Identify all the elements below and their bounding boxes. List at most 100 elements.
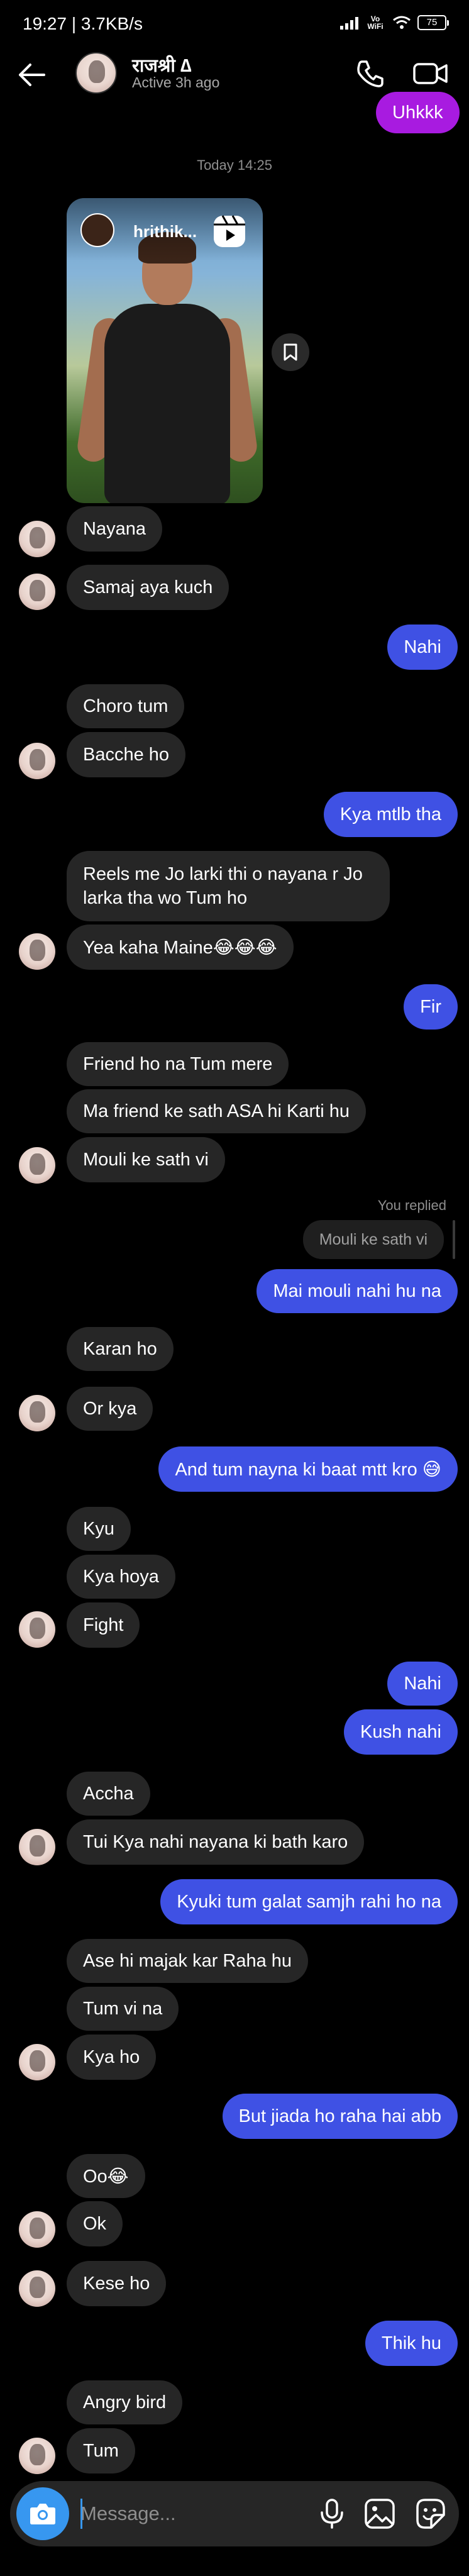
message-text: Fight bbox=[83, 1614, 124, 1635]
message-text: Fir bbox=[420, 996, 441, 1017]
gallery-icon[interactable] bbox=[362, 2496, 397, 2531]
message-bubble-received[interactable]: Kese ho bbox=[67, 2261, 167, 2306]
video-camera-icon[interactable] bbox=[412, 57, 450, 91]
message-bubble-received[interactable]: Yea kaha Maine😂😂😂 bbox=[67, 924, 294, 970]
message-bubble-sent[interactable]: But jiada ho raha hai abb bbox=[222, 2094, 458, 2139]
message-text: Mouli ke sath vi bbox=[83, 1149, 209, 1170]
message-bubble-sent[interactable]: Kush nahi bbox=[344, 1709, 458, 1755]
contact-activity-status: Active 3h ago bbox=[132, 74, 220, 91]
message-bubble-received[interactable]: Bacche ho bbox=[67, 732, 186, 777]
message-text: Bacche ho bbox=[83, 744, 170, 765]
reel-icon bbox=[214, 215, 245, 247]
sender-avatar[interactable] bbox=[19, 2438, 55, 2474]
back-arrow-icon[interactable] bbox=[15, 58, 49, 92]
message-bubble-received[interactable]: Friend ho na Tum mere bbox=[67, 1042, 289, 1086]
message-bubble-received[interactable]: Choro tum bbox=[67, 684, 185, 728]
message-bubble-received[interactable]: Kya hoya bbox=[67, 1555, 175, 1599]
network-label: Vo WiFi bbox=[367, 14, 383, 31]
message-input[interactable] bbox=[80, 2496, 307, 2531]
sender-avatar[interactable] bbox=[19, 1147, 55, 1184]
camera-icon bbox=[30, 2504, 55, 2524]
message-bubble-received[interactable]: Accha bbox=[67, 1772, 150, 1816]
message-text: Mai mouli nahi hu na bbox=[273, 1280, 441, 1301]
status-bar: 19:27 | 3.7KB/s Vo WiFi 75 bbox=[0, 0, 469, 49]
sender-avatar[interactable] bbox=[19, 521, 55, 557]
message-bubble-received[interactable]: Ok bbox=[67, 2201, 123, 2246]
message-text: Angry bird bbox=[83, 2392, 167, 2412]
message-text: Thik hu bbox=[381, 2333, 441, 2353]
message-bubble-received[interactable]: Or kya bbox=[67, 1387, 153, 1431]
message-bubble-received[interactable]: Oo😂 bbox=[67, 2154, 145, 2198]
message-bubble-received[interactable]: Tum bbox=[67, 2428, 135, 2473]
message-text: Nayana bbox=[83, 518, 146, 539]
sticker-icon[interactable] bbox=[412, 2496, 448, 2531]
message-bubble-received[interactable]: Reels me Jo larki thi o nayana r Jo lark… bbox=[67, 851, 390, 921]
message-text: Kya mtlb tha bbox=[339, 804, 441, 824]
message-text: Tum vi na bbox=[83, 1998, 163, 2019]
message-text: Or kya bbox=[83, 1398, 137, 1419]
message-text: But jiada ho raha hai abb bbox=[238, 2106, 441, 2126]
status-icons: Vo WiFi 75 bbox=[340, 14, 449, 31]
quote-bar bbox=[453, 1220, 455, 1259]
message-text: Kush nahi bbox=[360, 1721, 441, 1742]
message-text: Karan ho bbox=[83, 1338, 157, 1359]
message-bubble-received[interactable]: Kyu bbox=[67, 1507, 131, 1551]
message-bubble-received[interactable]: Ma friend ke sath ASA hi Karti hu bbox=[67, 1089, 366, 1133]
message-bubble-sent[interactable]: Thik hu bbox=[365, 2321, 458, 2366]
sender-avatar[interactable] bbox=[19, 1611, 55, 1648]
message-bubble-received[interactable]: Samaj aya kuch bbox=[67, 565, 229, 610]
message-bubble-received[interactable]: Kya ho bbox=[67, 2035, 157, 2080]
message-bubble-sent[interactable]: Nahi bbox=[387, 1662, 458, 1706]
message-bubble-received[interactable]: Karan ho bbox=[67, 1327, 174, 1371]
message-text: Yea kaha Maine😂😂😂 bbox=[83, 937, 277, 958]
message-text: Ase hi majak kar Raha hu bbox=[83, 1950, 292, 1971]
message-text: Kya hoya bbox=[83, 1566, 159, 1587]
sender-avatar[interactable] bbox=[19, 2270, 55, 2307]
quoted-message[interactable]: Mouli ke sath vi bbox=[302, 1220, 444, 1259]
message-text: Kese ho bbox=[83, 2273, 150, 2294]
sender-avatar[interactable] bbox=[19, 743, 55, 779]
message-bubble-received[interactable]: Mouli ke sath vi bbox=[67, 1137, 225, 1182]
message-bubble-sent[interactable]: Nahi bbox=[387, 625, 458, 670]
reel-thumbnail bbox=[75, 223, 259, 503]
message-text: Nahi bbox=[404, 1673, 441, 1694]
phone-icon[interactable] bbox=[353, 57, 387, 91]
battery-icon: 75 bbox=[417, 15, 449, 30]
save-reel-button[interactable] bbox=[272, 333, 309, 371]
message-bubble-received[interactable]: Nayana bbox=[67, 506, 162, 552]
sender-avatar[interactable] bbox=[19, 574, 55, 610]
sender-avatar[interactable] bbox=[19, 2044, 55, 2080]
message-text: Samaj aya kuch bbox=[83, 577, 213, 597]
message-text: Friend ho na Tum mere bbox=[83, 1053, 273, 1074]
message-bubble-received[interactable]: Angry bird bbox=[67, 2380, 183, 2424]
contact-avatar[interactable] bbox=[75, 52, 117, 94]
signal-icon bbox=[340, 16, 358, 30]
message-bubble-sent[interactable]: Mai mouli nahi hu na bbox=[257, 1269, 458, 1313]
message-bubble-sent[interactable]: And tum nayna ki baat mtt kro 😅 bbox=[158, 1446, 458, 1492]
wifi-icon bbox=[393, 16, 411, 29]
message-bubble-received[interactable]: Tui Kya nahi nayana ki bath karo bbox=[67, 1819, 365, 1865]
message-bubble-received[interactable]: Ase hi majak kar Raha hu bbox=[67, 1939, 309, 1983]
message-text: Kyuki tum galat samjh rahi ho na bbox=[177, 1891, 441, 1912]
status-time: 19:27 | 3.7KB/s bbox=[23, 14, 143, 33]
sender-avatar[interactable] bbox=[19, 1395, 55, 1431]
message-text: And tum nayna ki baat mtt kro 😅 bbox=[175, 1459, 441, 1480]
message-bubble-sent[interactable]: Kya mtlb tha bbox=[323, 792, 458, 837]
message-text: Tum bbox=[83, 2440, 119, 2461]
microphone-icon[interactable] bbox=[316, 2497, 348, 2530]
reel-author-name: hrithik... bbox=[133, 222, 197, 241]
shared-reel-card[interactable]: hrithik... bbox=[67, 198, 263, 503]
message-text: Kya ho bbox=[83, 2046, 140, 2067]
sender-avatar[interactable] bbox=[19, 2211, 55, 2248]
message-bubble-received[interactable]: Fight bbox=[67, 1602, 140, 1648]
message-bubble-received[interactable]: Tum vi na bbox=[67, 1987, 179, 2031]
message-bubble-sent[interactable]: Kyuki tum galat samjh rahi ho na bbox=[160, 1879, 458, 1924]
message-bubble-sent[interactable]: Fir bbox=[404, 984, 458, 1030]
sender-avatar[interactable] bbox=[19, 933, 55, 970]
message-bubble-sent[interactable]: Uhkkk bbox=[376, 92, 460, 133]
message-text: Ma friend ke sath ASA hi Karti hu bbox=[83, 1101, 350, 1121]
camera-button[interactable] bbox=[16, 2487, 69, 2540]
sender-avatar[interactable] bbox=[19, 1829, 55, 1865]
chat-timestamp: Today 14:25 bbox=[197, 157, 272, 173]
text-cursor bbox=[80, 2499, 82, 2529]
